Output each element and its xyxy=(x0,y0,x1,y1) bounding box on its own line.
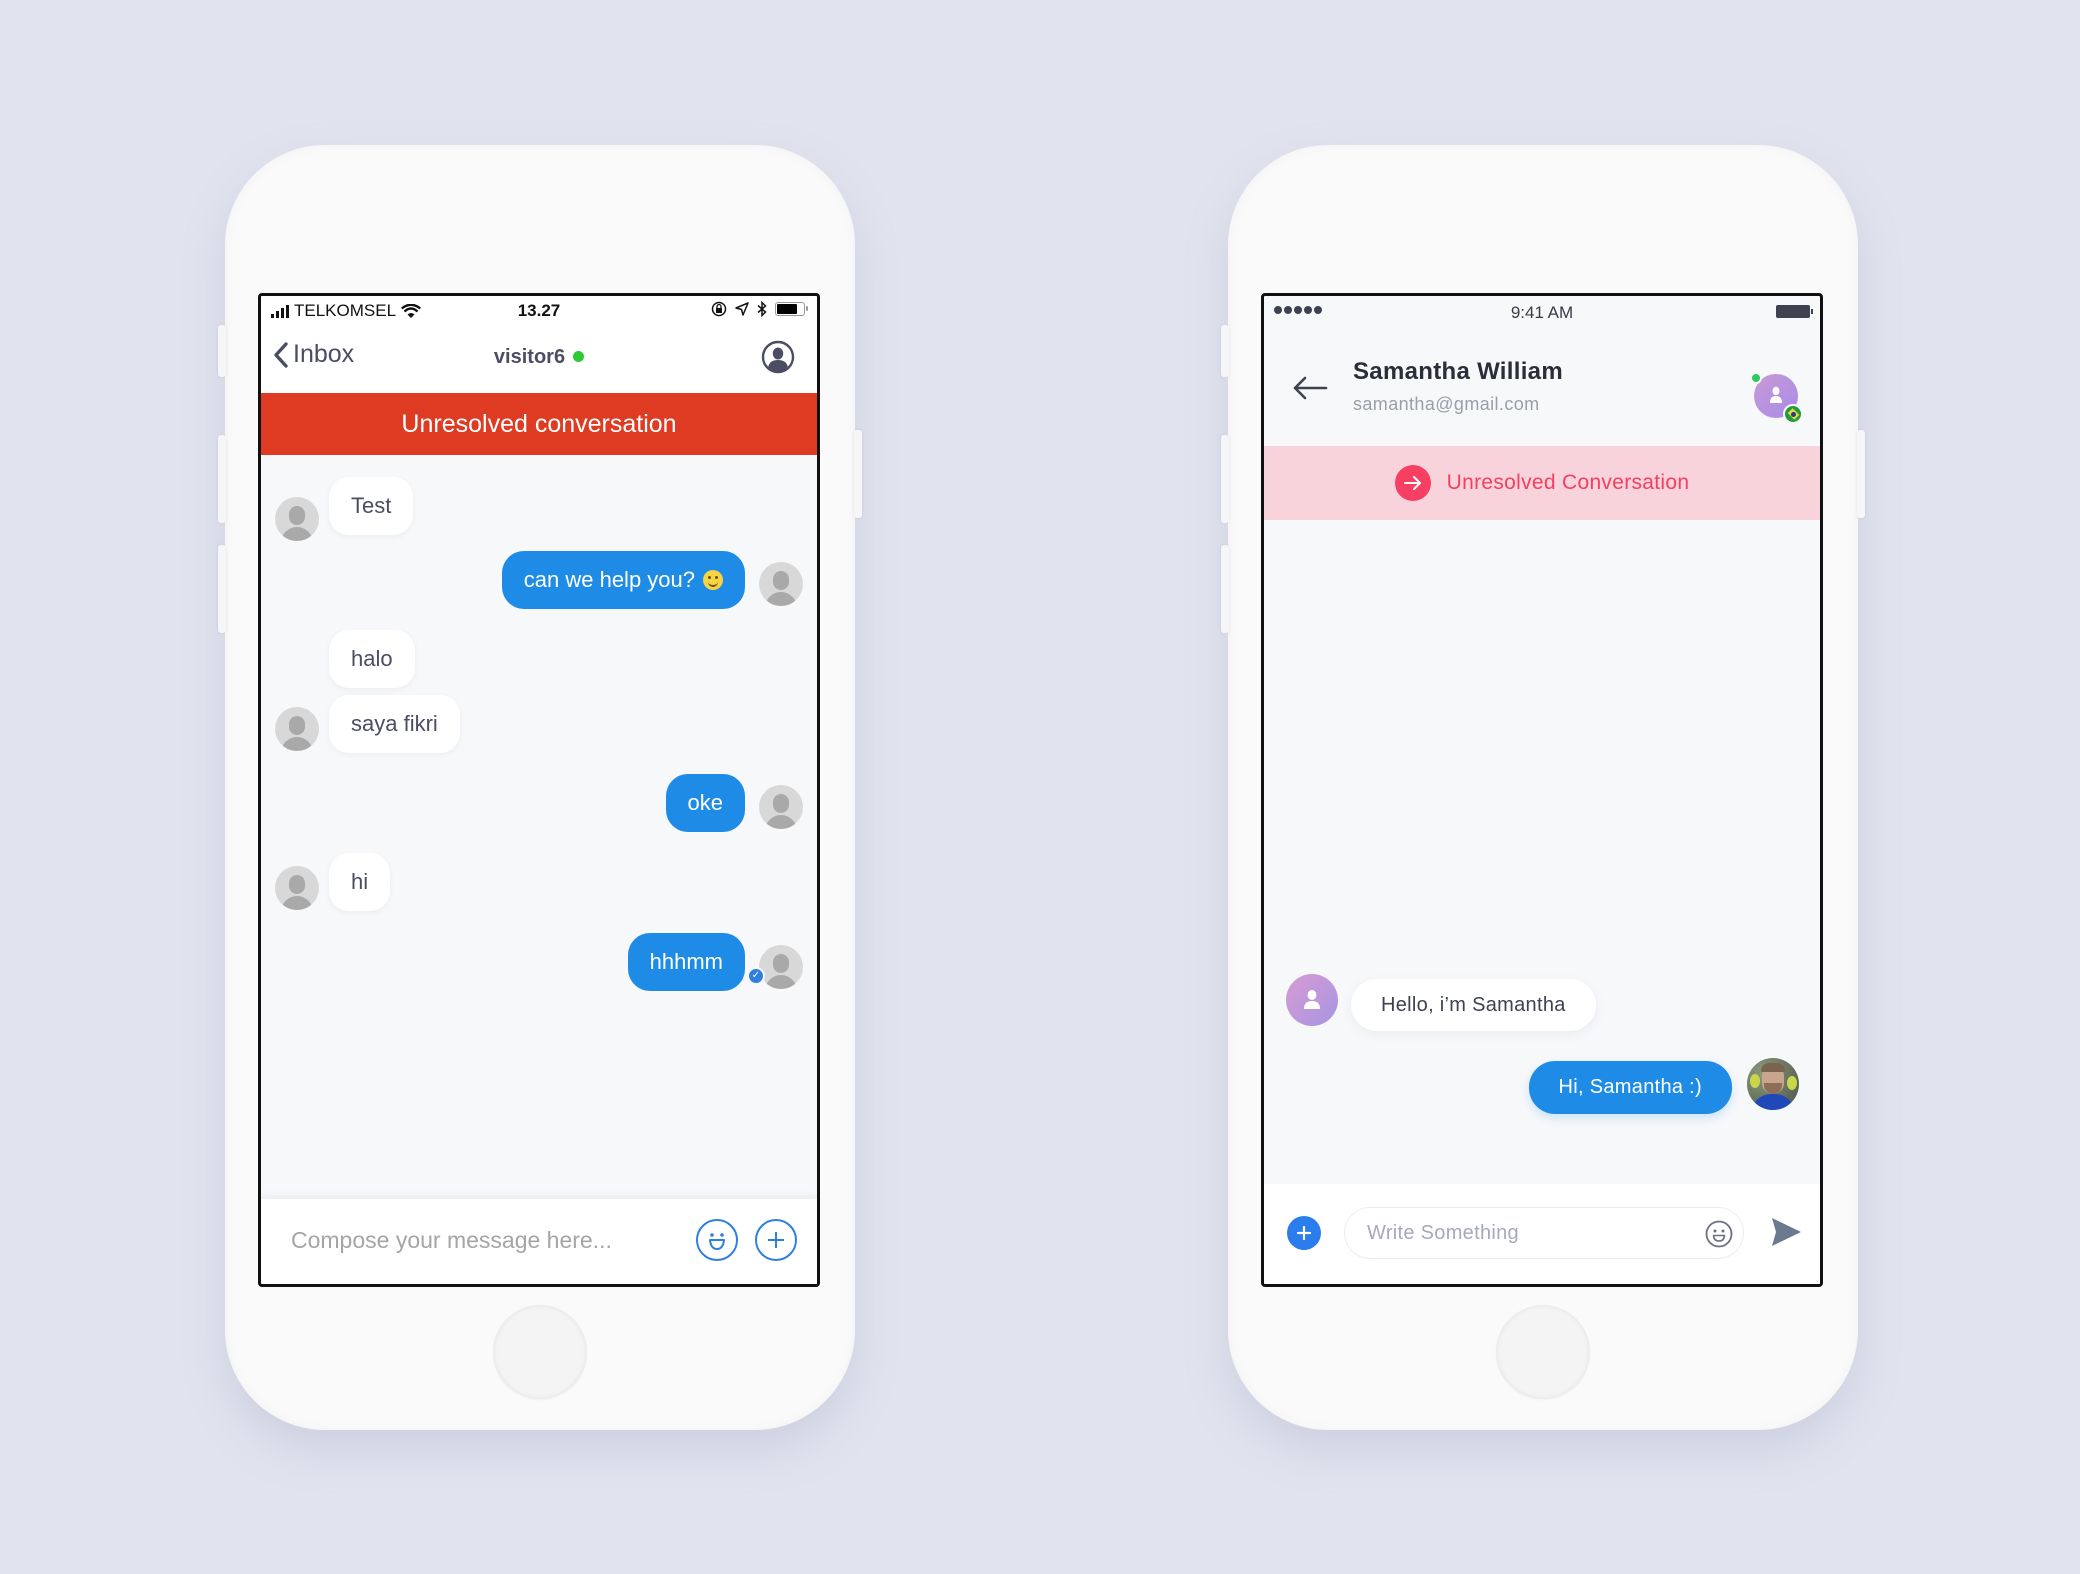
banner-text: Unresolved Conversation xyxy=(1446,471,1690,494)
message-text: halo xyxy=(351,646,393,671)
volume-down-button xyxy=(218,545,226,633)
emoji-icon xyxy=(709,1233,725,1250)
visitor-name: visitor6 xyxy=(493,346,566,368)
composer xyxy=(1264,1184,1820,1284)
message-bubble: oke xyxy=(665,774,745,832)
volume-up-button xyxy=(218,435,226,523)
banner-text: Unresolved conversation xyxy=(401,409,677,438)
volume-down-button xyxy=(1221,545,1229,633)
emoji-icon[interactable] xyxy=(1705,1220,1733,1248)
contact-email: samantha@gmail.com xyxy=(1353,394,1540,414)
message-input[interactable] xyxy=(1367,1208,1687,1258)
message-list[interactable]: Test can we help you? halo saya fikri ok… xyxy=(261,455,817,1205)
nav-bar: Inbox visitor6 xyxy=(261,326,817,393)
battery-icon xyxy=(1776,305,1813,318)
message-text: oke xyxy=(687,790,723,815)
home-button xyxy=(493,1305,587,1399)
message-text: Hi, Samantha :) xyxy=(1558,1076,1702,1098)
message-bubble-outgoing: Hi, Samantha :) xyxy=(1528,1061,1732,1114)
message-text: hi xyxy=(351,869,369,894)
message-list[interactable]: Hello, i’m Samantha Hi, Samantha :) xyxy=(1264,520,1820,1180)
user-circle-icon[interactable] xyxy=(761,340,795,374)
agent-avatar xyxy=(759,562,803,606)
mute-switch xyxy=(1221,325,1229,377)
person-icon xyxy=(1770,386,1782,403)
contact-avatar[interactable] xyxy=(1750,372,1803,424)
brazil-flag-icon xyxy=(1783,404,1803,424)
bluetooth-icon xyxy=(757,301,767,317)
send-icon[interactable] xyxy=(1770,1217,1802,1247)
message-incoming: saya fikri xyxy=(275,695,460,753)
message-bubble: saya fikri xyxy=(329,695,460,753)
conversation-header: Samantha William samantha@gmail.com xyxy=(1264,326,1820,446)
message-incoming: hi xyxy=(275,853,391,911)
visitor-avatar xyxy=(275,497,319,541)
mute-switch xyxy=(218,325,226,377)
message-text: saya fikri xyxy=(351,711,438,736)
message-incoming: Test xyxy=(275,471,414,541)
message-text: Test xyxy=(351,493,392,518)
message-text: Hello, i’m Samantha xyxy=(1381,993,1566,1016)
agent-avatar xyxy=(759,945,803,989)
message-bubble: Test xyxy=(329,477,414,535)
screen-left: TELKOMSEL 13.27 Inbox visitor6 Unresolve… xyxy=(258,293,820,1287)
message-bubble: hi xyxy=(329,853,391,911)
add-attachment-button[interactable] xyxy=(755,1219,797,1261)
status-bar: 9:41 AM xyxy=(1264,296,1820,326)
home-button xyxy=(1496,1305,1590,1399)
message-bubble-incoming: Hello, i’m Samantha xyxy=(1351,979,1596,1031)
message-text: hhhmm xyxy=(649,949,723,974)
message-outgoing: oke xyxy=(665,774,803,832)
emoji-button[interactable] xyxy=(696,1219,738,1261)
message-field xyxy=(1344,1207,1744,1259)
agent-avatar-photo xyxy=(1747,1058,1799,1110)
person-icon xyxy=(1304,990,1320,1009)
smiley-emoji-icon xyxy=(703,570,723,590)
status-bar: TELKOMSEL 13.27 xyxy=(261,296,817,326)
volume-up-button xyxy=(1221,435,1229,523)
message-bubble: halo xyxy=(329,630,415,688)
unresolved-banner[interactable]: Unresolved conversation xyxy=(261,393,817,455)
contact-name: Samantha William xyxy=(1353,358,1563,385)
plus-icon xyxy=(768,1232,784,1248)
arrow-left-icon[interactable] xyxy=(1292,376,1328,400)
online-status-dot xyxy=(1750,372,1762,384)
screen-right: 9:41 AM Samantha William samantha@gmail.… xyxy=(1261,293,1823,1287)
visitor-avatar xyxy=(275,866,319,910)
add-attachment-button[interactable] xyxy=(1287,1216,1321,1250)
battery-icon xyxy=(775,302,808,316)
arrow-right-icon xyxy=(1394,465,1431,501)
plus-icon xyxy=(1296,1225,1312,1241)
read-receipt-check-icon: ✓ xyxy=(747,967,765,985)
unresolved-banner[interactable]: Unresolved Conversation xyxy=(1264,446,1820,520)
agent-avatar xyxy=(759,785,803,829)
message-bubble: hhhmm xyxy=(627,933,745,991)
power-button xyxy=(854,430,862,518)
message-outgoing: can we help you? xyxy=(501,551,803,609)
composer xyxy=(261,1199,817,1284)
power-button xyxy=(1857,430,1865,518)
message-text: can we help you? xyxy=(523,567,695,592)
online-status-dot xyxy=(573,351,585,362)
message-outgoing: hhhmm ✓ xyxy=(627,933,803,991)
orientation-lock-icon xyxy=(711,301,727,317)
status-time: 9:41 AM xyxy=(1510,303,1574,322)
message-input[interactable] xyxy=(291,1227,671,1254)
phone-mockup-left: TELKOMSEL 13.27 Inbox visitor6 Unresolve… xyxy=(218,145,862,1430)
location-icon xyxy=(735,302,749,316)
conversation-title: visitor6 xyxy=(261,346,817,369)
phone-mockup-right: 9:41 AM Samantha William samantha@gmail.… xyxy=(1221,145,1865,1430)
message-bubble: can we help you? xyxy=(501,551,745,609)
visitor-avatar xyxy=(275,707,319,751)
contact-avatar xyxy=(1286,974,1338,1026)
message-incoming: halo xyxy=(329,630,415,688)
